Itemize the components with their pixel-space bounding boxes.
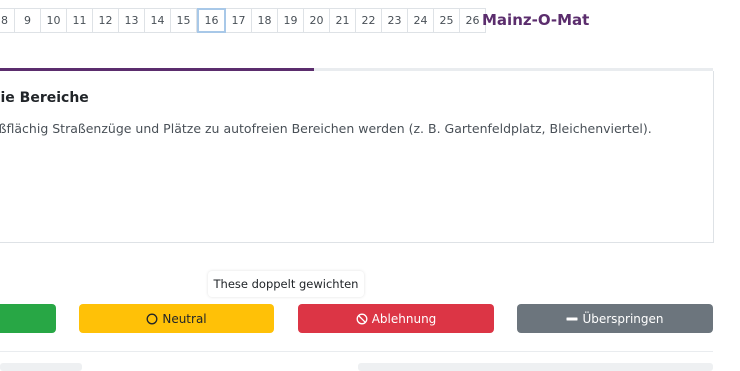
- skip-button[interactable]: Überspringen: [517, 304, 713, 333]
- page-link-9[interactable]: 9: [15, 8, 41, 33]
- thesis-title: eie Bereiche: [0, 90, 89, 106]
- ban-icon: [356, 313, 368, 325]
- page-link-12[interactable]: 12: [93, 8, 119, 33]
- page-link-8[interactable]: 8: [0, 8, 15, 33]
- agree-button[interactable]: [0, 304, 56, 333]
- page-link-15[interactable]: 15: [171, 8, 197, 33]
- page-link-24[interactable]: 24: [408, 8, 434, 33]
- section-divider: [0, 351, 713, 352]
- page-link-23[interactable]: 23: [382, 8, 408, 33]
- page-link-14[interactable]: 14: [145, 8, 171, 33]
- brand-title[interactable]: Mainz-O-Mat: [482, 11, 589, 29]
- reject-button[interactable]: Ablehnung: [298, 304, 494, 333]
- thesis-pagination: 8 9 10 11 12 13 14 15 16 17 18 19 20 21 22 23 24 25 26: [0, 8, 486, 33]
- double-weight-tooltip: These doppelt gewichten: [208, 271, 364, 297]
- page-link-21[interactable]: 21: [330, 8, 356, 33]
- thesis-card: eie Bereiche oßflächig Straßenzüge und P…: [0, 71, 714, 243]
- page-link-17[interactable]: 17: [226, 8, 252, 33]
- skip-label: Überspringen: [582, 311, 664, 326]
- thesis-text: oßflächig Straßenzüge und Plätze zu auto…: [0, 121, 652, 136]
- page-link-13[interactable]: 13: [119, 8, 145, 33]
- page-link-22[interactable]: 22: [356, 8, 382, 33]
- page-link-16[interactable]: 16: [197, 8, 226, 33]
- page-link-20[interactable]: 20: [304, 8, 330, 33]
- reject-label: Ablehnung: [371, 311, 437, 326]
- page-link-18[interactable]: 18: [252, 8, 278, 33]
- neutral-button[interactable]: Neutral: [79, 304, 274, 333]
- minus-icon: [566, 313, 578, 325]
- page-link-25[interactable]: 25: [434, 8, 460, 33]
- neutral-label: Neutral: [162, 311, 207, 326]
- page-link-10[interactable]: 10: [41, 8, 67, 33]
- circle-icon: [146, 313, 158, 325]
- page-link-11[interactable]: 11: [67, 8, 93, 33]
- page-link-19[interactable]: 19: [278, 8, 304, 33]
